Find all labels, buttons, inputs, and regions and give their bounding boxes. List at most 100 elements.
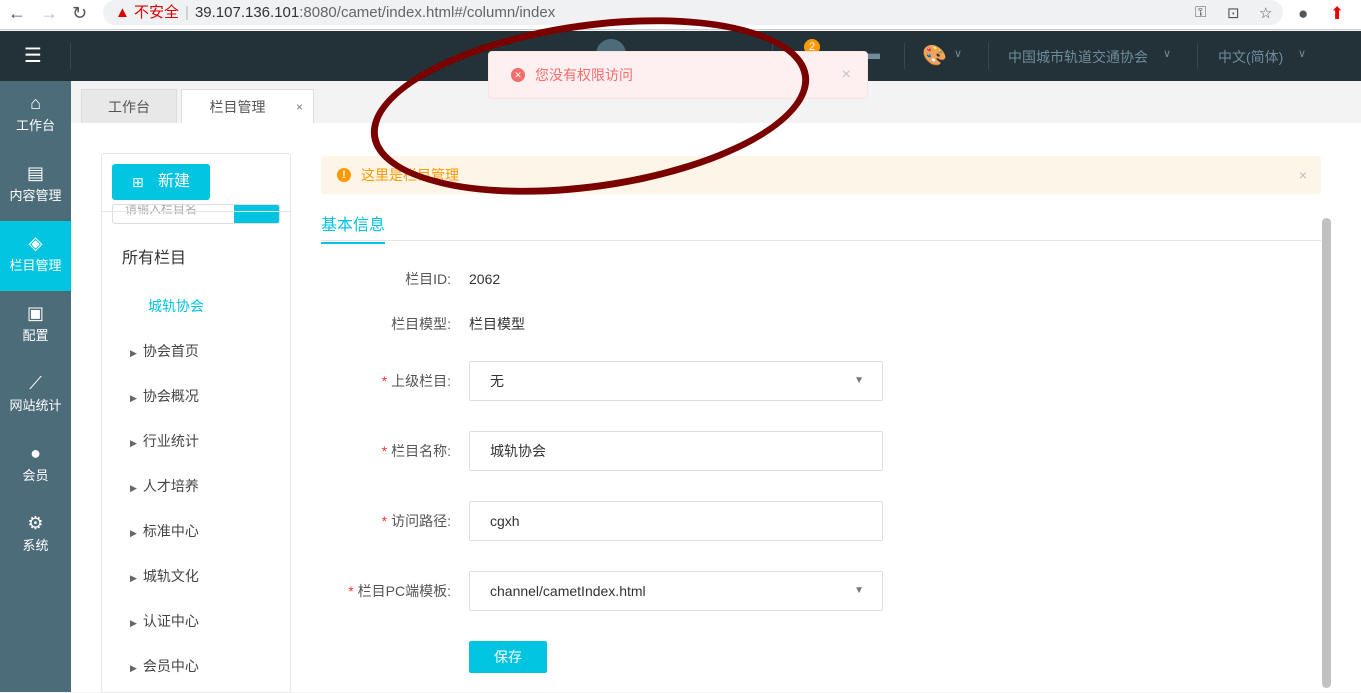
field-label: 栏目模型: (391, 316, 451, 332)
url-path: :8080/camet/index.html#/column/index (299, 4, 556, 21)
parent-column-row: * 上级栏目: 无 ▼ (321, 361, 1021, 401)
new-button[interactable]: ⊞ 新建 (112, 164, 210, 200)
tree-item-label: 人才培养 (142, 478, 199, 494)
tree-item-label: 认证中心 (142, 613, 199, 629)
reload-icon[interactable]: ↻ (72, 3, 87, 24)
caret-right-icon[interactable]: ▶ (130, 618, 137, 628)
language-selector[interactable]: 中文(简体) (1218, 47, 1283, 67)
sidebar-label: 内容管理 (9, 188, 62, 203)
palette-icon[interactable]: 🎨 (922, 43, 947, 68)
pc-template-row: * 栏目PC端模板: channel/cametIndex.html ▼ (321, 571, 1021, 611)
url-host: 39.107.136.101 (194, 4, 300, 21)
tree-item[interactable]: ▶ 协会概况 (130, 386, 199, 406)
forward-icon[interactable]: → (40, 3, 58, 24)
tree-item[interactable]: ▶ 认证中心 (130, 611, 199, 631)
error-icon: ✕ (511, 68, 525, 82)
access-path-row: * 访问路径: cgxh (321, 501, 1021, 541)
tree-item[interactable]: ▶ 会员中心 (130, 656, 199, 676)
caret-right-icon[interactable]: ▶ (130, 528, 137, 538)
tree-item-label: 会员中心 (142, 658, 199, 674)
tab-label: 栏目管理 (209, 99, 266, 115)
sidebar-label: 栏目管理 (9, 258, 62, 273)
sidebar-label: 会员 (22, 468, 49, 483)
search-button[interactable] (234, 205, 279, 223)
pc-template-select[interactable]: channel/cametIndex.html ▼ (469, 571, 883, 611)
browser-chrome: ← → ↻ ▲ 不安全 | 39.107.136.101:8080/camet/in… (0, 0, 1361, 30)
content-icon: ▤ (26, 163, 44, 183)
error-toast: ✕ 您没有权限访问 × (488, 51, 868, 99)
tab-workbench[interactable]: 工作台 (81, 89, 177, 123)
insecure-label: 不安全 (134, 4, 180, 21)
parent-column-select[interactable]: 无 ▼ (469, 361, 883, 401)
tree-item[interactable]: ▶ 协会首页 (130, 341, 199, 361)
column-id-value: 2062 (469, 271, 501, 287)
sidebar-item-system[interactable]: ⚙ 系统 (0, 501, 71, 571)
tree-item-label: 协会首页 (142, 343, 199, 359)
tree-item-label: 行业统计 (142, 433, 199, 449)
sidebar-label: 系统 (22, 538, 49, 553)
close-icon[interactable]: × (1299, 156, 1307, 194)
org-selector[interactable]: 中国城市轨道交通协会 (1008, 47, 1148, 67)
menu-toggle-icon[interactable]: ☰ (24, 43, 42, 68)
field-label: 栏目PC端模板: (357, 583, 451, 599)
toast-message: 您没有权限访问 (535, 67, 633, 83)
column-name-row: * 栏目名称: 城轨协会 (321, 431, 1021, 471)
update-icon[interactable]: ⬆ (1330, 4, 1344, 24)
tree-item[interactable]: ▶ 行业统计 (130, 431, 199, 451)
scrollbar[interactable] (1322, 218, 1331, 688)
caret-down-icon: ▼ (854, 375, 864, 386)
save-button[interactable]: 保存 (469, 641, 547, 673)
caret-right-icon[interactable]: ▶ (130, 348, 137, 358)
tree-item[interactable]: ▶ 标准中心 (130, 521, 199, 541)
tree-item[interactable]: ▶ 城轨文化 (130, 566, 199, 586)
sidebar-item-workbench[interactable]: ⌂ 工作台 (0, 81, 71, 151)
chevron-down-icon[interactable]: ∨ (1298, 47, 1306, 60)
translate-icon[interactable]: ⊡ (1227, 4, 1240, 22)
tab-label: 工作台 (108, 99, 150, 115)
access-path-input[interactable]: cgxh (469, 501, 883, 541)
profile-icon[interactable]: ● (1298, 4, 1308, 24)
caret-down-icon: ▼ (854, 585, 864, 596)
chevron-down-icon[interactable]: ∨ (1163, 47, 1171, 60)
sidebar-item-content[interactable]: ▤ 内容管理 (0, 151, 71, 221)
column-model-row: 栏目模型: 栏目模型 (321, 304, 1021, 344)
box-icon: ▣ (26, 303, 44, 323)
tree-item-selected[interactable]: 城轨协会 (148, 296, 204, 316)
main-content: 请输入栏目名 ⊞ 新建 所有栏目 城轨协会 ▶ 协会首页 ▶ 协会概况 ▶ 行业统计 ▶ 人才培… (71, 123, 1361, 693)
sidebar-item-columns[interactable]: ◈ 栏目管理 (0, 221, 71, 291)
caret-right-icon[interactable]: ▶ (130, 573, 137, 583)
field-label: 访问路径: (391, 513, 451, 529)
sidebar-item-stats[interactable]: ⟋ 网站统计 (0, 361, 71, 431)
sidebar-item-members[interactable]: ● 会员 (0, 431, 71, 501)
caret-right-icon[interactable]: ▶ (130, 483, 137, 493)
chevron-down-icon[interactable]: ∨ (954, 47, 962, 60)
close-icon[interactable]: × (296, 90, 303, 124)
add-icon: ⊞ (132, 174, 144, 190)
layers-icon: ◈ (28, 233, 43, 253)
chart-icon: ⟋ (29, 373, 42, 393)
warning-icon: ! (337, 168, 351, 182)
alert-message: 这里是栏目管理 (361, 167, 459, 183)
field-label: 栏目名称: (391, 443, 451, 459)
caret-right-icon[interactable]: ▶ (130, 438, 137, 448)
column-tree-panel: 请输入栏目名 ⊞ 新建 所有栏目 城轨协会 ▶ 协会首页 ▶ 协会概况 ▶ 行业统计 ▶ 人才培… (101, 153, 291, 693)
tree-item-label: 标准中心 (142, 523, 199, 539)
address-bar[interactable]: ▲ 不安全 | 39.107.136.101:8080/camet/index.ht… (103, 0, 1283, 25)
tab-columns[interactable]: 栏目管理 × (181, 89, 314, 123)
home-icon: ⌂ (30, 93, 41, 113)
sidebar-item-config[interactable]: ▣ 配置 (0, 291, 71, 361)
field-label: 栏目ID: (405, 271, 451, 287)
sidebar-label: 工作台 (15, 118, 55, 133)
search-input[interactable]: 请输入栏目名 (112, 204, 280, 224)
column-name-input[interactable]: 城轨协会 (469, 431, 883, 471)
caret-right-icon[interactable]: ▶ (130, 663, 137, 673)
new-label: 新建 (158, 173, 191, 190)
caret-right-icon[interactable]: ▶ (130, 393, 137, 403)
field-label: 上级栏目: (391, 373, 451, 389)
close-icon[interactable]: × (842, 52, 851, 98)
star-icon[interactable]: ☆ (1259, 4, 1272, 22)
back-icon[interactable]: ← (8, 3, 26, 24)
key-icon[interactable]: ⚿ (1195, 4, 1206, 21)
tree-item[interactable]: ▶ 人才培养 (130, 476, 199, 496)
tree-root[interactable]: 所有栏目 (122, 244, 186, 268)
